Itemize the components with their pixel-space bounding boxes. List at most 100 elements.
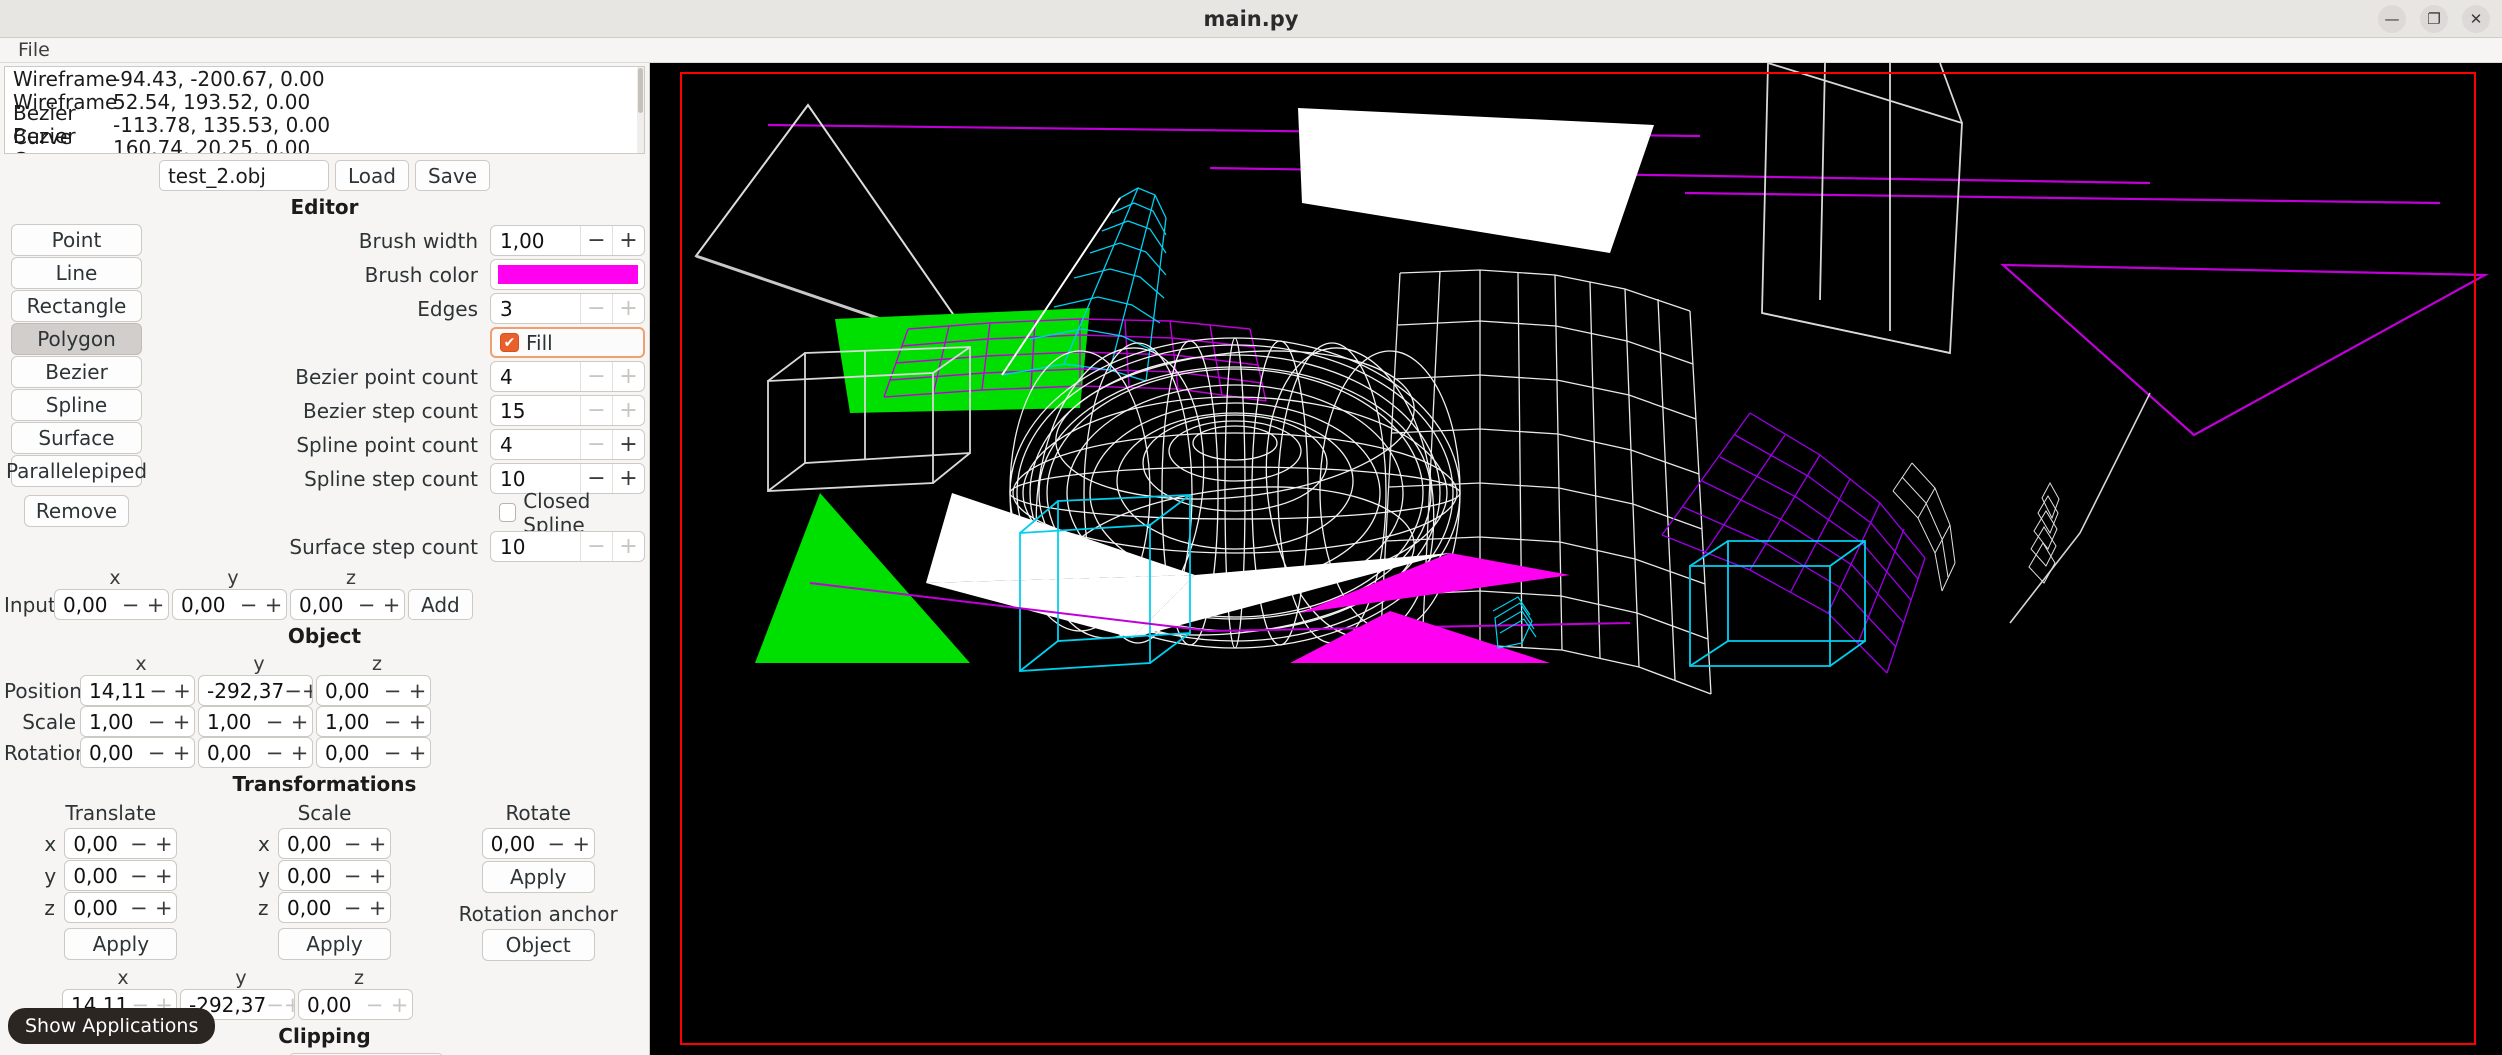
translate-z-stepper[interactable]: 0,00 − + [64, 892, 178, 923]
close-icon[interactable]: ✕ [2462, 5, 2490, 33]
minus-button[interactable]: − [126, 829, 151, 858]
minus-button[interactable]: − [580, 532, 612, 561]
viewport[interactable] [650, 63, 2502, 1055]
maximize-icon[interactable]: ❐ [2420, 5, 2448, 33]
clipping-z-stepper[interactable]: 0,00 − + [298, 989, 413, 1020]
input-z-stepper[interactable]: 0,00 − + [290, 589, 405, 620]
plus-button[interactable]: + [387, 990, 412, 1019]
plus-button[interactable]: + [169, 707, 194, 736]
scale-z-stepper[interactable]: 1,00 − + [316, 706, 431, 737]
brush-width-stepper[interactable]: 1,00 − + [490, 225, 645, 256]
shape-button-parallelepiped[interactable]: Parallelepiped [6, 455, 147, 487]
plus-button[interactable]: + [287, 707, 312, 736]
plus-button[interactable]: + [612, 430, 644, 459]
minus-button[interactable]: − [262, 738, 287, 767]
minus-button[interactable]: − [580, 362, 612, 391]
plus-button[interactable]: + [261, 590, 286, 619]
bezier-step-count-stepper[interactable]: 15 − + [490, 395, 645, 426]
shape-button-rectangle[interactable]: Rectangle [11, 290, 142, 322]
plus-button[interactable]: + [405, 738, 430, 767]
rotate-apply-button[interactable]: Apply [481, 861, 595, 893]
spline-point-count-stepper[interactable]: 4 − + [490, 429, 645, 460]
load-button[interactable]: Load [334, 160, 409, 191]
bezier-step-count-value[interactable]: 15 [491, 399, 580, 423]
scale-transform-x-stepper[interactable]: 0,00 − + [278, 828, 391, 859]
plus-button[interactable]: + [151, 861, 176, 890]
minus-button[interactable]: − [580, 294, 612, 323]
rotation-x-stepper[interactable]: 0,00 − + [80, 737, 195, 768]
scale-x-value[interactable]: 1,00 [81, 710, 144, 734]
plus-button[interactable]: + [169, 738, 194, 767]
plus-button[interactable]: + [612, 294, 644, 323]
plus-button[interactable]: + [612, 396, 644, 425]
scale-x-stepper[interactable]: 1,00 − + [80, 706, 195, 737]
shape-button-polygon[interactable]: Polygon [11, 323, 142, 355]
rotation-y-stepper[interactable]: 0,00 − + [198, 737, 313, 768]
input-y-value[interactable]: 0,00 [173, 593, 236, 617]
minus-button[interactable]: − [236, 590, 261, 619]
plus-button[interactable]: + [569, 829, 594, 858]
show-applications-button[interactable]: Show Applications [8, 1008, 216, 1044]
translate-y-stepper[interactable]: 0,00 − + [64, 860, 178, 891]
scale-transform-z-value[interactable]: 0,00 [279, 896, 340, 920]
minus-button[interactable]: − [580, 226, 612, 255]
input-z-value[interactable]: 0,00 [291, 593, 354, 617]
scale-transform-z-stepper[interactable]: 0,00 − + [278, 892, 391, 923]
plus-button[interactable]: + [365, 861, 390, 890]
bezier-point-count-stepper[interactable]: 4 − + [490, 361, 645, 392]
minus-button[interactable]: − [340, 829, 365, 858]
add-button[interactable]: Add [408, 589, 473, 620]
minus-button[interactable]: − [544, 829, 569, 858]
minus-button[interactable]: − [126, 893, 151, 922]
minus-button[interactable]: − [380, 738, 405, 767]
rotation-anchor-button[interactable]: Object [481, 929, 595, 961]
minus-button[interactable]: − [126, 861, 151, 890]
translate-x-stepper[interactable]: 0,00 − + [64, 828, 178, 859]
shape-button-line[interactable]: Line [11, 257, 142, 289]
plus-button[interactable]: + [170, 676, 194, 705]
shape-button-spline[interactable]: Spline [11, 389, 142, 421]
closed-spline-checkbox[interactable]: Closed Spline [490, 489, 645, 537]
position-y-stepper[interactable]: -292,37 − + [198, 675, 313, 706]
minus-button[interactable]: − [262, 707, 287, 736]
rotation-z-stepper[interactable]: 0,00 − + [316, 737, 431, 768]
input-x-value[interactable]: 0,00 [55, 593, 118, 617]
rotate-x-stepper[interactable]: 0,00 − + [481, 828, 595, 859]
position-x-stepper[interactable]: 14,11 − + [80, 675, 195, 706]
minus-button[interactable]: − [144, 738, 169, 767]
position-y-value[interactable]: -292,37 [199, 679, 284, 703]
minus-button[interactable]: − [354, 590, 379, 619]
menu-item-file[interactable]: File [12, 39, 56, 61]
spline-step-count-value[interactable]: 10 [491, 467, 580, 491]
translate-x-value[interactable]: 0,00 [65, 832, 126, 856]
plus-button[interactable]: + [143, 590, 168, 619]
brush-color-button[interactable] [490, 259, 645, 290]
position-z-value[interactable]: 0,00 [317, 679, 380, 703]
position-x-value[interactable]: 14,11 [81, 679, 146, 703]
minus-button[interactable]: − [266, 990, 284, 1019]
shape-button-point[interactable]: Point [11, 224, 142, 256]
scale-y-stepper[interactable]: 1,00 − + [198, 706, 313, 737]
minus-button[interactable]: − [146, 676, 170, 705]
minimize-icon[interactable]: — [2378, 5, 2406, 33]
minus-button[interactable]: − [580, 430, 612, 459]
fill-checkbox[interactable]: ✔ Fill [490, 327, 645, 358]
minus-button[interactable]: − [118, 590, 143, 619]
minus-button[interactable]: − [380, 707, 405, 736]
plus-button[interactable]: + [365, 893, 390, 922]
translate-y-value[interactable]: 0,00 [65, 864, 126, 888]
shape-button-surface[interactable]: Surface [11, 422, 142, 454]
plus-button[interactable]: + [379, 590, 404, 619]
edges-value[interactable]: 3 [491, 297, 580, 321]
surface-step-count-stepper[interactable]: 10 − + [490, 531, 645, 562]
scale-transform-y-value[interactable]: 0,00 [279, 864, 340, 888]
minus-button[interactable]: − [144, 707, 169, 736]
plus-button[interactable]: + [151, 829, 176, 858]
rotation-x-value[interactable]: 0,00 [81, 741, 144, 765]
bezier-point-count-value[interactable]: 4 [491, 365, 580, 389]
plus-button[interactable]: + [284, 990, 294, 1019]
input-y-stepper[interactable]: 0,00 − + [172, 589, 287, 620]
plus-button[interactable]: + [612, 362, 644, 391]
scale-y-value[interactable]: 1,00 [199, 710, 262, 734]
scale-z-value[interactable]: 1,00 [317, 710, 380, 734]
